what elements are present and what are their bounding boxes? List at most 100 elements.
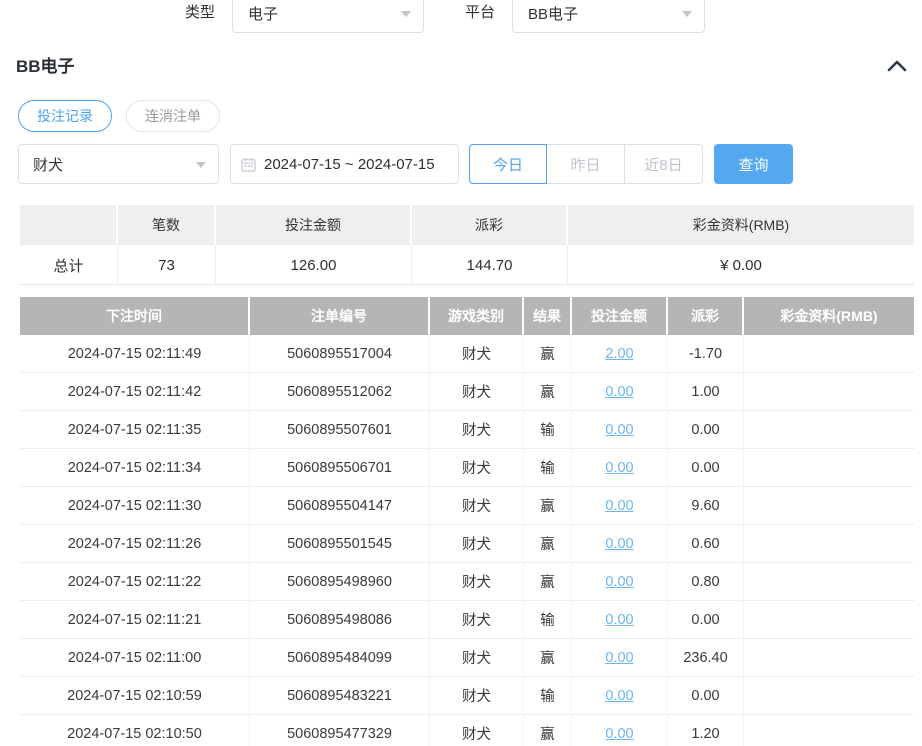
cell-game: 财犬 (430, 373, 524, 411)
toolbar: 财犬 2024-07-15 ~ 2024-07-15 今日 昨日 (18, 144, 793, 184)
tab-bet-records[interactable]: 投注记录 (18, 100, 112, 132)
page: 类型 电子 平台 BB电子 BB电子 投注记录 连消注单 财犬 (0, 0, 922, 746)
cell-payout: 236.40 (668, 639, 744, 677)
tab-label: 投注记录 (37, 106, 93, 126)
bet-amount-link[interactable]: 0.00 (605, 460, 633, 476)
platform-label: 平台 (465, 0, 495, 33)
cell-result: 赢 (524, 525, 572, 563)
cell-bonus (744, 487, 914, 525)
cell-bonus (744, 449, 914, 487)
cell-time: 2024-07-15 02:11:30 (20, 487, 250, 525)
collapse-button[interactable] (886, 57, 908, 75)
summary-header-count: 笔数 (118, 205, 216, 245)
cell-result: 赢 (524, 335, 572, 373)
cell-bet: 0.00 (572, 411, 668, 449)
summary-header-bonus: 彩金资料(RMB) (568, 205, 914, 245)
cell-bonus (744, 335, 914, 373)
table-row: 2024-07-15 02:11:21 5060895498086 财犬 输 0… (20, 601, 914, 639)
cell-result: 输 (524, 677, 572, 715)
cell-game: 财犬 (430, 563, 524, 601)
cell-time: 2024-07-15 02:10:59 (20, 677, 250, 715)
cell-bet: 0.00 (572, 373, 668, 411)
table-row: 2024-07-15 02:11:22 5060895498960 财犬 赢 0… (20, 563, 914, 601)
cell-order: 5060895483221 (250, 677, 430, 715)
platform-select-value: BB电子 (528, 3, 578, 24)
header-bet-amount: 投注金额 (572, 297, 668, 335)
cell-bet: 0.00 (572, 639, 668, 677)
cell-result: 赢 (524, 715, 572, 746)
table-row: 2024-07-15 02:11:35 5060895507601 财犬 输 0… (20, 411, 914, 449)
summary-count-value: 73 (118, 245, 216, 285)
records-table: 下注时间 注单编号 游戏类别 结果 投注金额 派彩 彩金资料(RMB) 2024… (20, 297, 914, 746)
cell-bonus (744, 601, 914, 639)
cell-bet: 0.00 (572, 715, 668, 746)
bet-amount-link[interactable]: 0.00 (605, 384, 633, 400)
game-select-value: 财犬 (33, 154, 63, 175)
summary-bet-amount-value: 126.00 (216, 245, 412, 285)
game-select[interactable]: 财犬 (18, 144, 219, 184)
cell-time: 2024-07-15 02:11:34 (20, 449, 250, 487)
header-payout: 派彩 (668, 297, 744, 335)
last-8-days-button[interactable]: 近8日 (625, 144, 703, 184)
cell-bet: 0.00 (572, 563, 668, 601)
bet-amount-link[interactable]: 0.00 (605, 688, 633, 704)
bet-amount-link[interactable]: 0.00 (605, 498, 633, 514)
chevron-up-icon (886, 57, 908, 75)
bet-amount-link[interactable]: 0.00 (605, 726, 633, 742)
bet-amount-link[interactable]: 0.00 (605, 650, 633, 666)
cell-result: 输 (524, 449, 572, 487)
section-title: BB电子 (16, 55, 908, 79)
type-label: 类型 (185, 0, 215, 33)
tab-label: 连消注单 (145, 106, 201, 126)
date-range-input[interactable]: 2024-07-15 ~ 2024-07-15 (230, 144, 459, 184)
today-button[interactable]: 今日 (469, 144, 547, 184)
button-label: 近8日 (644, 154, 682, 175)
cell-result: 赢 (524, 373, 572, 411)
chevron-down-icon (682, 11, 692, 17)
summary-total-label: 总计 (20, 245, 118, 285)
tab-bar: 投注记录 连消注单 (18, 100, 220, 132)
header-result: 结果 (524, 297, 572, 335)
type-select-value: 电子 (248, 3, 278, 24)
cell-game: 财犬 (430, 601, 524, 639)
bet-amount-link[interactable]: 0.00 (605, 536, 633, 552)
cell-order: 5060895501545 (250, 525, 430, 563)
query-button[interactable]: 查询 (714, 144, 793, 184)
cell-payout: 0.80 (668, 563, 744, 601)
table-row: 2024-07-15 02:11:00 5060895484099 财犬 赢 0… (20, 639, 914, 677)
cell-bonus (744, 525, 914, 563)
summary-total-row: 总计 73 126.00 144.70 ¥ 0.00 (20, 245, 914, 285)
table-row: 2024-07-15 02:11:34 5060895506701 财犬 输 0… (20, 449, 914, 487)
chevron-down-icon (196, 162, 206, 168)
platform-select[interactable]: BB电子 (512, 0, 705, 33)
cell-order: 5060895484099 (250, 639, 430, 677)
chevron-down-icon (401, 11, 411, 17)
cell-time: 2024-07-15 02:11:42 (20, 373, 250, 411)
yesterday-button[interactable]: 昨日 (547, 144, 625, 184)
cell-time: 2024-07-15 02:11:22 (20, 563, 250, 601)
summary-header-bet-amount: 投注金额 (216, 205, 412, 245)
cell-payout: 0.00 (668, 411, 744, 449)
records-header-row: 下注时间 注单编号 游戏类别 结果 投注金额 派彩 彩金资料(RMB) (20, 297, 914, 335)
cell-bonus (744, 411, 914, 449)
cell-result: 赢 (524, 487, 572, 525)
bet-amount-link[interactable]: 2.00 (605, 346, 633, 362)
bet-amount-link[interactable]: 0.00 (605, 422, 633, 438)
bet-amount-link[interactable]: 0.00 (605, 574, 633, 590)
cell-payout: 9.60 (668, 487, 744, 525)
bet-amount-link[interactable]: 0.00 (605, 612, 633, 628)
cell-payout: 1.20 (668, 715, 744, 746)
cell-game: 财犬 (430, 639, 524, 677)
cell-result: 输 (524, 411, 572, 449)
summary-payout-value: 144.70 (412, 245, 568, 285)
button-label: 查询 (738, 154, 768, 175)
cell-result: 输 (524, 601, 572, 639)
tab-cancelled-orders[interactable]: 连消注单 (126, 100, 220, 132)
table-row: 2024-07-15 02:10:50 5060895477329 财犬 赢 0… (20, 715, 914, 746)
top-filter-bar: 类型 电子 平台 BB电子 (0, 0, 922, 33)
table-row: 2024-07-15 02:11:30 5060895504147 财犬 赢 0… (20, 487, 914, 525)
cell-payout: 0.00 (668, 449, 744, 487)
cell-payout: 0.60 (668, 525, 744, 563)
cell-order: 5060895498086 (250, 601, 430, 639)
type-select[interactable]: 电子 (232, 0, 424, 33)
